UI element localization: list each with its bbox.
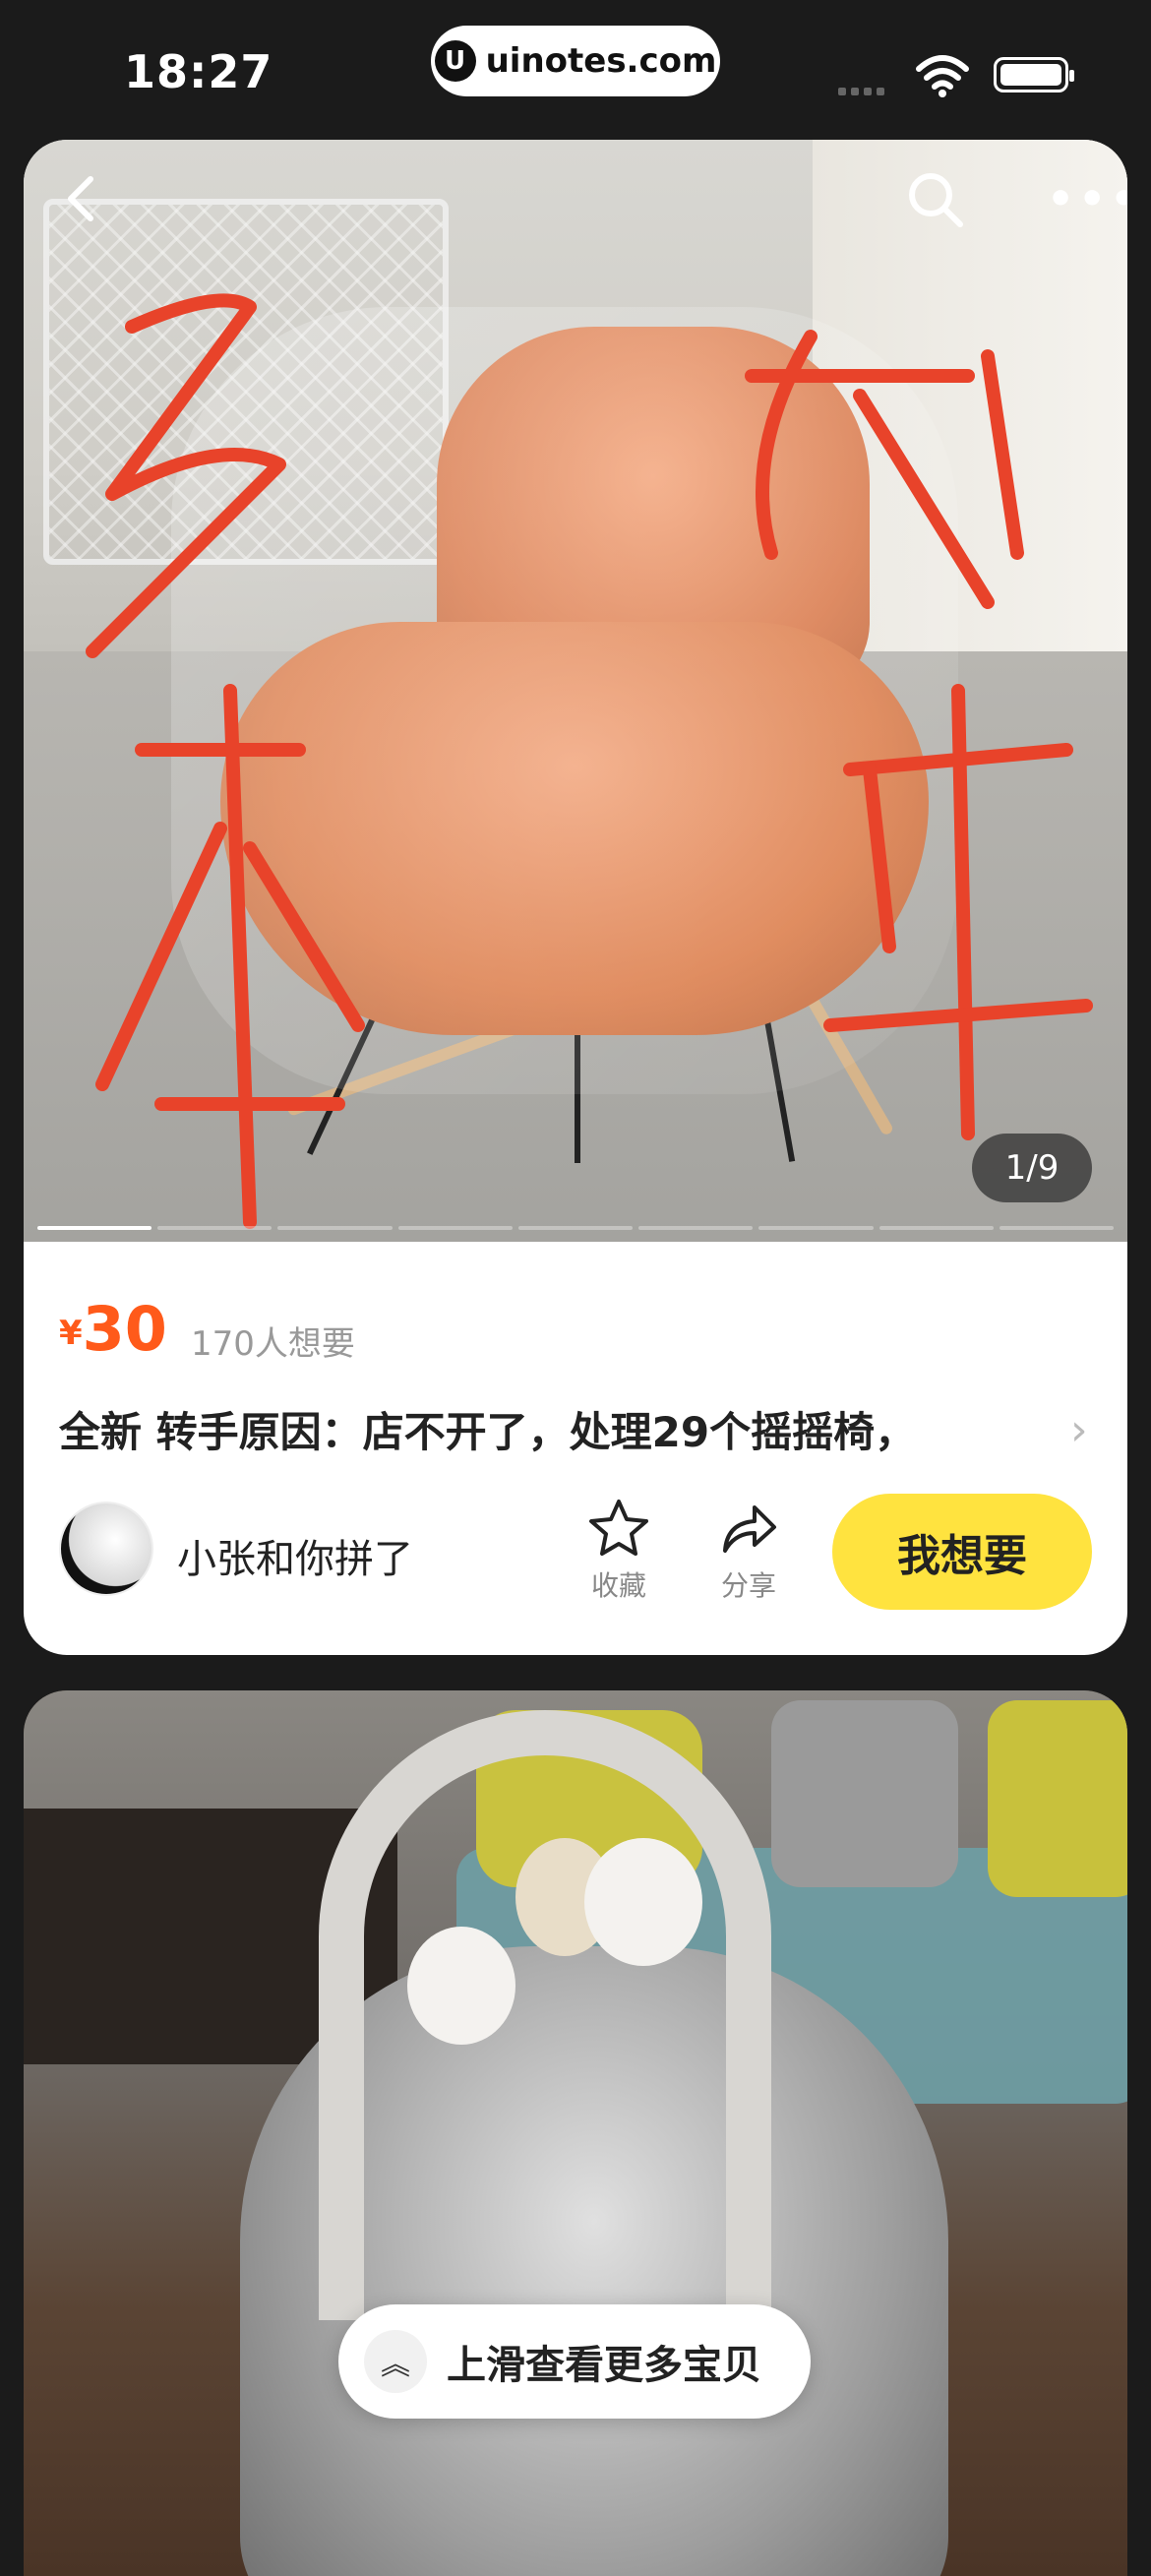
search-icon[interactable] [905,169,966,230]
image-progress [37,1226,1114,1232]
progress-segment [37,1226,152,1230]
next-product-photo[interactable] [24,1690,1127,2576]
wifi-icon [916,55,969,97]
favorite-label: 收藏 [590,1569,646,1602]
next-product-card[interactable] [24,1690,1127,2576]
back-icon[interactable] [53,169,112,228]
share-button[interactable]: 分享 [704,1498,793,1604]
handwritten-scribble [86,293,1093,1229]
favorite-button[interactable]: 收藏 [575,1498,663,1604]
avatar[interactable] [59,1502,153,1596]
swipe-up-hint[interactable]: ︽ 上滑查看更多宝贝 [338,2304,811,2419]
progress-segment [638,1226,754,1230]
share-icon [723,1505,776,1553]
swipe-up-label: 上滑查看更多宝贝 [447,2343,761,2388]
product-photo[interactable] [24,140,1127,1242]
seller-name[interactable]: 小张和你拼了 [177,1527,413,1584]
wants-count: 170人想要 [191,1324,355,1364]
progress-segment [878,1226,994,1230]
battery-icon [994,57,1074,92]
signal-icon [838,81,889,99]
progress-segment [157,1226,273,1230]
double-chevron-up-icon: ︽ [364,2330,427,2393]
share-label: 分享 [720,1569,776,1602]
chevron-right-icon[interactable]: › [1070,1405,1088,1455]
star-icon [589,1500,648,1556]
status-bar: 18:27 U uinotes.com [0,0,1151,138]
progress-segment [999,1226,1114,1230]
price-value: 30 [82,1293,167,1365]
product-title[interactable]: 全新 转手原因：店不开了，处理29个摇摇椅， [59,1399,1043,1459]
product-card[interactable]: ••• 1/9 ¥30 170人想要 全新 转手原因：店不开了，处理29个摇摇椅… [24,140,1127,1655]
progress-segment [517,1226,634,1230]
u-logo-icon: U [434,40,476,82]
more-icon[interactable]: ••• [1047,178,1127,221]
product-info: ¥30 170人想要 全新 转手原因：店不开了，处理29个摇摇椅， › 小张和你… [24,1242,1127,1655]
url-pill[interactable]: U uinotes.com [431,26,720,96]
price: ¥30 [59,1293,167,1365]
status-time: 18:27 [124,45,273,98]
progress-segment [277,1226,393,1230]
image-counter: 1/9 [972,1134,1092,1202]
progress-segment [397,1226,513,1230]
want-button[interactable]: 我想要 [832,1494,1092,1610]
url-text: uinotes.com [485,41,717,81]
price-currency: ¥ [59,1314,83,1353]
progress-segment [758,1226,874,1230]
